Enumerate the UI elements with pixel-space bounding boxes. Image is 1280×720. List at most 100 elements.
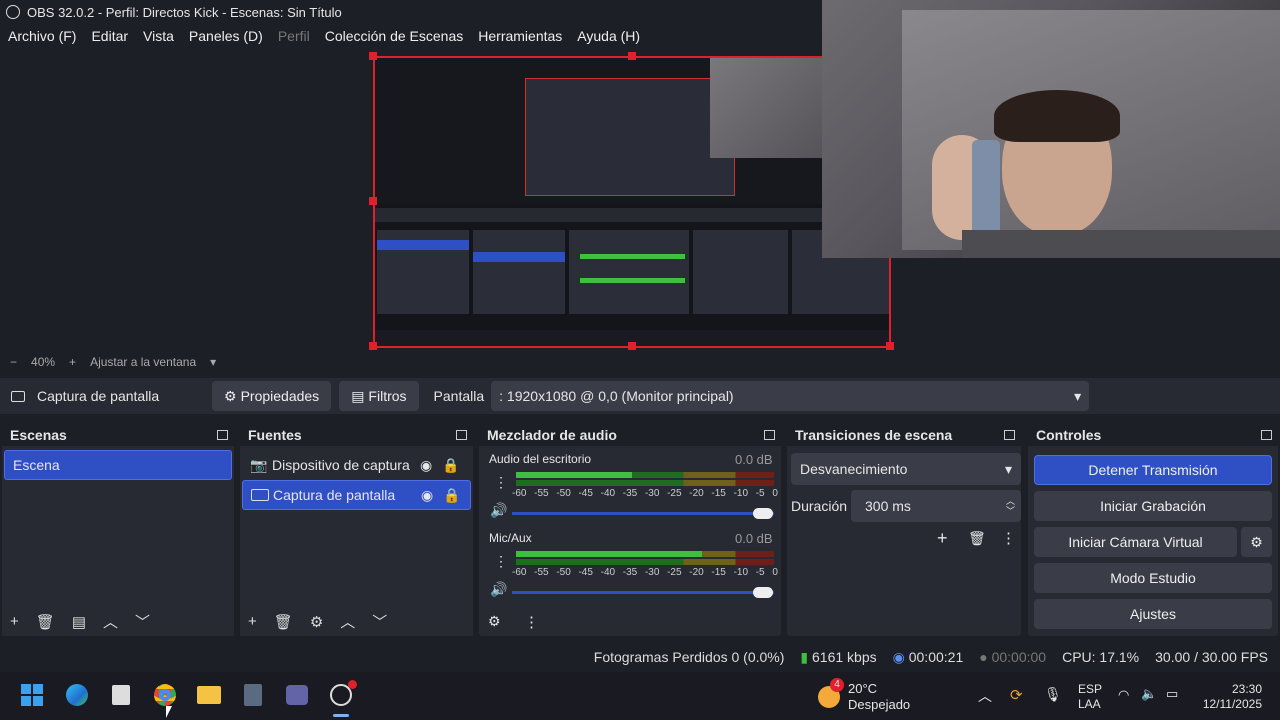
teams-icon[interactable] (284, 682, 310, 708)
start-recording-button[interactable]: Iniciar Grabación (1034, 491, 1272, 521)
virtual-camera-button[interactable]: Iniciar Cámara Virtual (1034, 527, 1237, 557)
studio-mode-button[interactable]: Modo Estudio (1034, 563, 1272, 593)
zoom-fit-button[interactable]: Ajustar a la ventana (90, 355, 196, 369)
calculator-icon[interactable] (240, 682, 266, 708)
lock-icon[interactable]: 🔒 (442, 457, 459, 474)
virtual-camera-settings-button[interactable]: ⚙ (1241, 527, 1272, 557)
menu-herramientas[interactable]: Herramientas (478, 28, 562, 44)
eye-icon[interactable]: ◉ (421, 487, 433, 504)
remove-transition-icon[interactable]: 🗑 (968, 530, 986, 547)
snipping-tool-icon[interactable] (108, 682, 134, 708)
scene-filters-icon[interactable]: ▤ (72, 613, 86, 631)
wifi-icon[interactable]: ◠ (1118, 687, 1129, 703)
transition-select[interactable]: Desvanecimiento ▾ (791, 453, 1021, 485)
controls-header: Controles (1028, 424, 1278, 446)
channel-menu-icon[interactable]: ⋮ (494, 474, 508, 491)
add-scene-icon[interactable]: + (10, 613, 19, 630)
volume-slider-handle[interactable] (753, 508, 773, 519)
zoom-out-button[interactable]: − (10, 355, 17, 369)
sync-icon[interactable]: ⟳ (1010, 686, 1023, 704)
add-transition-icon[interactable]: + (937, 528, 948, 549)
zoom-dropdown-icon[interactable]: ▾ (210, 355, 216, 369)
speaker-icon[interactable]: 🔊 (490, 502, 507, 519)
filter-icon: ▤ (351, 387, 365, 404)
rec-time-group: ● 00:00:00 (979, 649, 1046, 665)
microphone-icon[interactable]: 🎙 (1044, 686, 1062, 703)
volume-slider[interactable] (512, 591, 774, 594)
remove-scene-icon[interactable]: 🗑 (36, 613, 55, 631)
menu-paneles[interactable]: Paneles (D) (189, 28, 263, 44)
move-up-icon[interactable]: ︿ (103, 611, 118, 632)
stop-stream-button[interactable]: Detener Transmisión (1034, 455, 1272, 485)
resize-handle[interactable] (369, 197, 377, 205)
source-item[interactable]: Captura de pantalla ◉ 🔒 (242, 480, 471, 510)
mouse-cursor-icon (166, 706, 172, 718)
volume-icon[interactable]: 🔈 (1141, 686, 1157, 702)
display-label: Pantalla (433, 388, 485, 404)
meter-tick-label: -15 (711, 488, 726, 499)
transition-menu-icon[interactable]: ⋮ (1001, 529, 1016, 547)
start-recording-label: Iniciar Grabación (1100, 498, 1206, 514)
menu-vista[interactable]: Vista (143, 28, 174, 44)
weather-widget[interactable]: 4 20°C Despejado (818, 678, 910, 714)
volume-slider[interactable] (512, 512, 774, 515)
menu-perfil[interactable]: Perfil (278, 28, 310, 44)
resize-handle[interactable] (369, 342, 377, 350)
windows-start-icon[interactable] (19, 682, 45, 708)
source-settings-icon[interactable]: ⚙ (310, 613, 323, 631)
source-item[interactable]: 📷 Dispositivo de captura d ◉ 🔒 (242, 450, 471, 480)
lock-icon[interactable]: 🔒 (443, 487, 460, 504)
menu-coleccion[interactable]: Colección de Escenas (325, 28, 464, 44)
eye-icon[interactable]: ◉ (420, 457, 432, 474)
popout-icon[interactable] (1004, 430, 1015, 440)
resize-handle[interactable] (628, 52, 636, 60)
chevron-down-icon: ▾ (1074, 387, 1082, 404)
move-down-icon[interactable]: ﹀ (372, 611, 387, 632)
spinner-icon[interactable]: ︿ ﹀ (1006, 496, 1015, 516)
channel-menu-icon[interactable]: ⋮ (494, 553, 508, 570)
resize-handle[interactable] (369, 52, 377, 60)
settings-button[interactable]: Ajustes (1034, 599, 1272, 629)
battery-icon[interactable]: ▭ (1166, 686, 1178, 702)
scene-item[interactable]: Escena (4, 450, 232, 480)
mixer-menu-icon[interactable]: ⋮ (524, 613, 539, 631)
edge-icon[interactable] (64, 682, 90, 708)
volume-slider-handle[interactable] (753, 587, 773, 598)
advanced-audio-icon[interactable]: ⚙ (488, 613, 501, 630)
resize-handle[interactable] (628, 342, 636, 350)
zoom-in-button[interactable]: + (69, 355, 76, 369)
menu-archivo[interactable]: Archivo (F) (8, 28, 76, 44)
obs-taskbar-icon[interactable] (328, 680, 357, 708)
chrome-icon[interactable] (152, 682, 178, 708)
chevron-up-icon[interactable]: ︿ (978, 686, 992, 706)
remove-source-icon[interactable]: 🗑 (274, 613, 293, 631)
meter-tick-label: -30 (644, 567, 660, 578)
meter-tick-label: -10 (733, 567, 749, 578)
move-up-icon[interactable]: ︿ (340, 611, 355, 632)
language-indicator[interactable]: ESP LAA (1078, 682, 1102, 712)
window-title: OBS 32.0.2 - Perfil: Directos Kick - Esc… (27, 4, 342, 20)
duration-input[interactable]: 300 ms ︿ ﹀ (851, 490, 1021, 522)
move-down-icon[interactable]: ﹀ (135, 611, 150, 632)
clock[interactable]: 23:30 12/11/2025 (1194, 682, 1262, 712)
speaker-icon[interactable]: 🔊 (490, 581, 507, 598)
popout-icon[interactable] (217, 430, 228, 440)
meter-tick-label: -20 (689, 567, 704, 578)
meter-tick-label: -50 (556, 488, 571, 499)
resize-handle[interactable] (886, 342, 894, 350)
popout-icon[interactable] (1261, 430, 1272, 440)
display-select[interactable]: : 1920x1080 @ 0,0 (Monitor principal) ▾ (491, 381, 1090, 411)
menu-ayuda[interactable]: Ayuda (H) (577, 28, 640, 44)
controls-title: Controles (1036, 427, 1102, 443)
filters-button[interactable]: ▤ Filtros (339, 381, 419, 411)
mixer-header: Mezclador de audio (479, 424, 781, 446)
add-source-icon[interactable]: + (248, 613, 257, 630)
channel-name: Mic/Aux (489, 531, 532, 545)
popout-icon[interactable] (764, 430, 775, 440)
properties-button[interactable]: ⚙ Propiedades (212, 381, 332, 411)
file-explorer-icon[interactable] (196, 682, 222, 708)
preview-display[interactable] (373, 56, 891, 348)
meter-tick-label: -25 (667, 567, 682, 578)
popout-icon[interactable] (456, 430, 467, 440)
menu-editar[interactable]: Editar (91, 28, 128, 44)
